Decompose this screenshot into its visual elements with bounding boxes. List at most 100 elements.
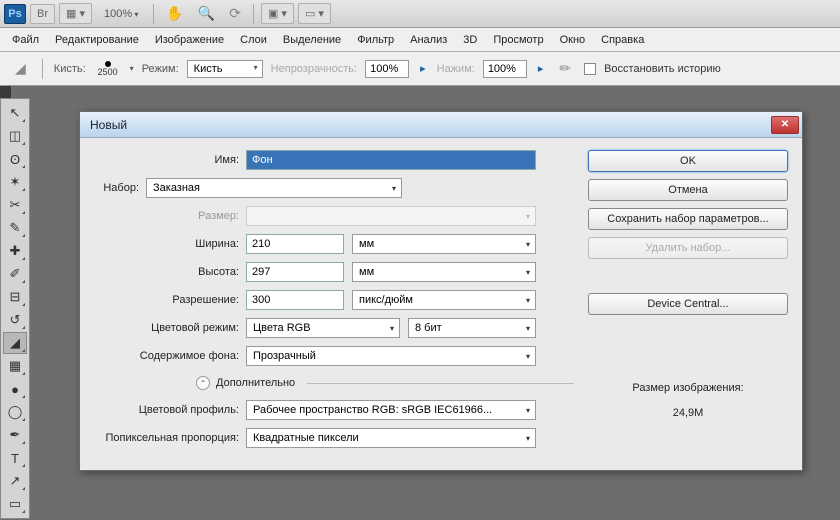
menu-select[interactable]: Выделение — [283, 34, 341, 46]
dialog-sidebar: OK Отмена Сохранить набор параметров... … — [588, 150, 788, 456]
height-input[interactable] — [246, 262, 344, 282]
move-tool[interactable]: ↖ — [3, 102, 27, 124]
profile-label: Цветовой профиль: — [94, 404, 246, 416]
flow-label: Нажим: — [437, 63, 475, 75]
path-tool[interactable]: ↗ — [3, 470, 27, 492]
aspect-select[interactable]: Квадратные пиксели — [246, 428, 536, 448]
panel-grip[interactable] — [0, 86, 11, 98]
film-icon[interactable]: ▦ ▾ — [59, 3, 92, 24]
name-input[interactable] — [246, 150, 536, 170]
new-document-dialog: Новый ✕ Имя: Набор: Заказная Размер: Шир… — [79, 111, 803, 471]
resolution-input[interactable] — [246, 290, 344, 310]
stamp-tool[interactable]: ⊟ — [3, 286, 27, 308]
eyedropper-tool[interactable]: ✎ — [3, 217, 27, 239]
restore-checkbox[interactable] — [584, 63, 596, 75]
lasso-tool[interactable]: ʘ — [3, 148, 27, 170]
aspect-label: Попиксельная пропорция: — [94, 432, 246, 444]
restore-label: Восстановить историю — [604, 63, 721, 75]
type-tool[interactable]: T — [3, 447, 27, 469]
zoom-dropdown[interactable]: 100% — [96, 5, 146, 23]
save-preset-button[interactable]: Сохранить набор параметров... — [588, 208, 788, 230]
menu-view[interactable]: Просмотр — [493, 34, 543, 46]
size-label: Размер: — [94, 210, 246, 222]
size-select — [246, 206, 536, 226]
menu-analysis[interactable]: Анализ — [410, 34, 447, 46]
dialog-titlebar[interactable]: Новый ✕ — [80, 112, 802, 138]
brush-preview[interactable]: 2500 — [94, 61, 122, 77]
rotate-icon[interactable]: ⟳ — [224, 5, 246, 22]
menu-file[interactable]: Файл — [12, 34, 39, 46]
mode-select[interactable]: Кисть — [187, 60, 263, 78]
height-unit-select[interactable]: мм — [352, 262, 536, 282]
opacity-label: Непрозрачность: — [271, 63, 357, 75]
height-label: Высота: — [94, 266, 246, 278]
name-label: Имя: — [94, 154, 246, 166]
color-mode-label: Цветовой режим: — [94, 322, 246, 334]
brush-label: Кисть: — [54, 63, 86, 75]
ok-button[interactable]: OK — [588, 150, 788, 172]
bridge-button[interactable]: Br — [30, 4, 55, 24]
advanced-toggle[interactable]: ⌃ Дополнительно — [196, 376, 574, 390]
marquee-tool[interactable]: ◫ — [3, 125, 27, 147]
preset-select[interactable]: Заказная — [146, 178, 402, 198]
separator — [42, 59, 43, 79]
wand-tool[interactable]: ✶ — [3, 171, 27, 193]
mode-label: Режим: — [142, 63, 179, 75]
menu-edit[interactable]: Редактирование — [55, 34, 139, 46]
screen-mode-icon[interactable]: ▭ ▾ — [298, 3, 331, 24]
tool-strip: ↖ ◫ ʘ ✶ ✂ ✎ ✚ ✐ ⊟ ↺ ◢ ▦ ● ◯ ✒ T ↗ ▭ — [0, 98, 30, 519]
image-size-value: 24,9M — [588, 407, 788, 419]
width-unit-select[interactable]: мм — [352, 234, 536, 254]
menu-bar: Файл Редактирование Изображение Слои Выд… — [0, 28, 840, 52]
color-mode-select[interactable]: Цвета RGB — [246, 318, 400, 338]
width-input[interactable] — [246, 234, 344, 254]
opacity-input[interactable]: 100% — [365, 60, 409, 78]
eraser-icon[interactable]: ◢ — [10, 60, 31, 77]
cancel-button[interactable]: Отмена — [588, 179, 788, 201]
separator — [253, 4, 254, 24]
gradient-tool[interactable]: ▦ — [3, 355, 27, 377]
arrange-icon[interactable]: ▣ ▾ — [261, 3, 294, 24]
separator — [153, 4, 154, 24]
chevron-up-icon: ⌃ — [196, 376, 210, 390]
image-size-label: Размер изображения: — [588, 382, 788, 394]
flow-input[interactable]: 100% — [483, 60, 527, 78]
pen-tool[interactable]: ✒ — [3, 424, 27, 446]
resolution-label: Разрешение: — [94, 294, 246, 306]
app-top-bar: Ps Br ▦ ▾ 100% ✋ 🔍 ⟳ ▣ ▾ ▭ ▾ — [0, 0, 840, 28]
crop-tool[interactable]: ✂ — [3, 194, 27, 216]
dialog-title: Новый — [90, 118, 771, 132]
history-brush-tool[interactable]: ↺ — [3, 309, 27, 331]
bg-select[interactable]: Прозрачный — [246, 346, 536, 366]
menu-filter[interactable]: Фильтр — [357, 34, 394, 46]
opacity-arrow-icon[interactable]: ▸ — [417, 62, 429, 75]
zoom-icon[interactable]: 🔍 — [193, 5, 220, 22]
chevron-down-icon[interactable]: ▾ — [130, 64, 134, 73]
menu-3d[interactable]: 3D — [463, 34, 477, 46]
ps-logo: Ps — [4, 4, 26, 24]
airbrush-icon[interactable]: ✏ — [554, 60, 576, 77]
heal-tool[interactable]: ✚ — [3, 240, 27, 262]
blur-tool[interactable]: ● — [3, 378, 27, 400]
delete-preset-button: Удалить набор... — [588, 237, 788, 259]
bg-label: Содержимое фона: — [94, 350, 246, 362]
advanced-label: Дополнительно — [216, 377, 295, 389]
brush-tool[interactable]: ✐ — [3, 263, 27, 285]
menu-window[interactable]: Окно — [560, 34, 586, 46]
eraser-tool[interactable]: ◢ — [3, 332, 27, 354]
menu-image[interactable]: Изображение — [155, 34, 224, 46]
hand-icon[interactable]: ✋ — [161, 5, 188, 22]
width-label: Ширина: — [94, 238, 246, 250]
dodge-tool[interactable]: ◯ — [3, 401, 27, 423]
flow-arrow-icon[interactable]: ▸ — [535, 62, 547, 75]
resolution-unit-select[interactable]: пикс/дюйм — [352, 290, 536, 310]
shape-tool[interactable]: ▭ — [3, 493, 27, 515]
menu-help[interactable]: Справка — [601, 34, 644, 46]
brush-size-value: 2500 — [94, 67, 122, 77]
divider — [307, 383, 574, 384]
close-button[interactable]: ✕ — [771, 116, 799, 134]
bit-depth-select[interactable]: 8 бит — [408, 318, 536, 338]
profile-select[interactable]: Рабочее пространство RGB: sRGB IEC61966.… — [246, 400, 536, 420]
device-central-button[interactable]: Device Central... — [588, 293, 788, 315]
menu-layers[interactable]: Слои — [240, 34, 267, 46]
